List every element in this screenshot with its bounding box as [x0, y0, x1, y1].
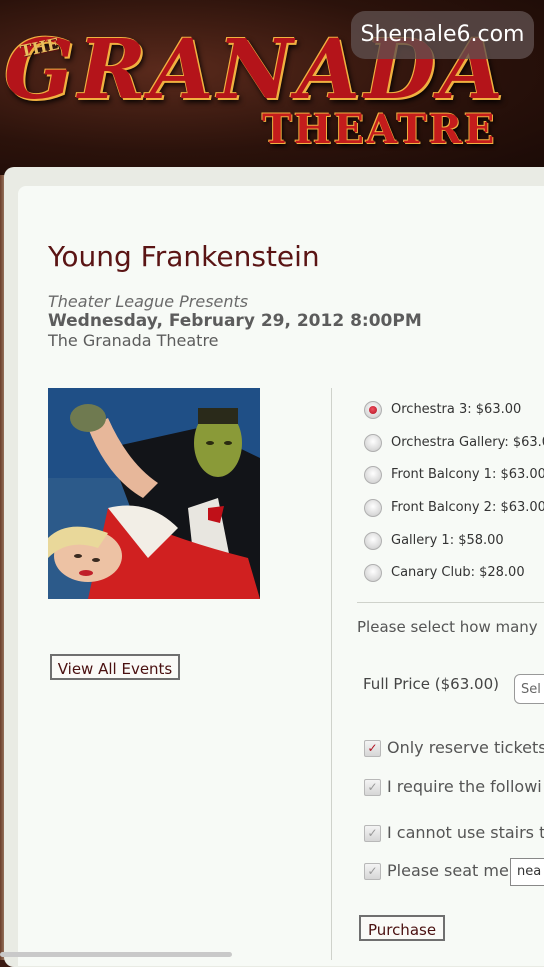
event-title: Young Frankenstein: [48, 240, 320, 273]
section-label: Front Balcony 2: $63.00: [391, 500, 544, 515]
ticket-quantity-prompt: Please select how many: [357, 618, 538, 636]
radio-button[interactable]: [364, 532, 382, 550]
option-label: Only reserve tickets: [387, 738, 544, 757]
seat-preference-select[interactable]: nea: [510, 858, 544, 886]
radio-button-selected[interactable]: [364, 401, 382, 419]
purchase-button[interactable]: Purchase: [359, 915, 445, 941]
poster-illustration: [48, 388, 260, 599]
horizontal-scrollbar[interactable]: [0, 952, 232, 957]
checkbox[interactable]: ✓: [364, 825, 381, 842]
column-divider: [331, 388, 332, 960]
checkbox[interactable]: ✓: [364, 779, 381, 796]
option-label: I require the followi: [387, 777, 542, 796]
ticket-quantity-select[interactable]: Sel: [514, 674, 544, 704]
section-label: Gallery 1: $58.00: [391, 533, 504, 548]
radio-button[interactable]: [364, 434, 382, 452]
option-label: Please seat me: [387, 861, 509, 880]
section-label: Front Balcony 1: $63.00: [391, 467, 544, 482]
radio-button[interactable]: [364, 564, 382, 582]
checkbox-checked[interactable]: ✓: [364, 740, 381, 757]
event-poster-image: [48, 388, 260, 599]
checkbox[interactable]: ✓: [364, 863, 381, 880]
section-label: Orchestra 3: $63.00: [391, 402, 522, 417]
header-banner: GRANADA THE THEATRE Shemale6.com: [0, 0, 544, 175]
radio-button[interactable]: [364, 499, 382, 517]
section-label: Canary Club: $28.00: [391, 565, 525, 580]
section-divider: [357, 602, 544, 603]
event-presenter: Theater League Presents: [48, 292, 249, 311]
section-label: Orchestra Gallery: $63.00: [391, 435, 544, 450]
radio-button[interactable]: [364, 466, 382, 484]
option-label: I cannot use stairs t: [387, 823, 544, 842]
watermark-badge: Shemale6.com: [351, 11, 534, 59]
event-datetime: Wednesday, February 29, 2012 8:00PM: [48, 311, 422, 331]
view-all-events-button[interactable]: View All Events: [50, 654, 180, 680]
full-price-label: Full Price ($63.00): [363, 675, 499, 693]
event-venue: The Granada Theatre: [48, 331, 219, 350]
theatre-logo-text: THEATRE: [262, 106, 497, 153]
